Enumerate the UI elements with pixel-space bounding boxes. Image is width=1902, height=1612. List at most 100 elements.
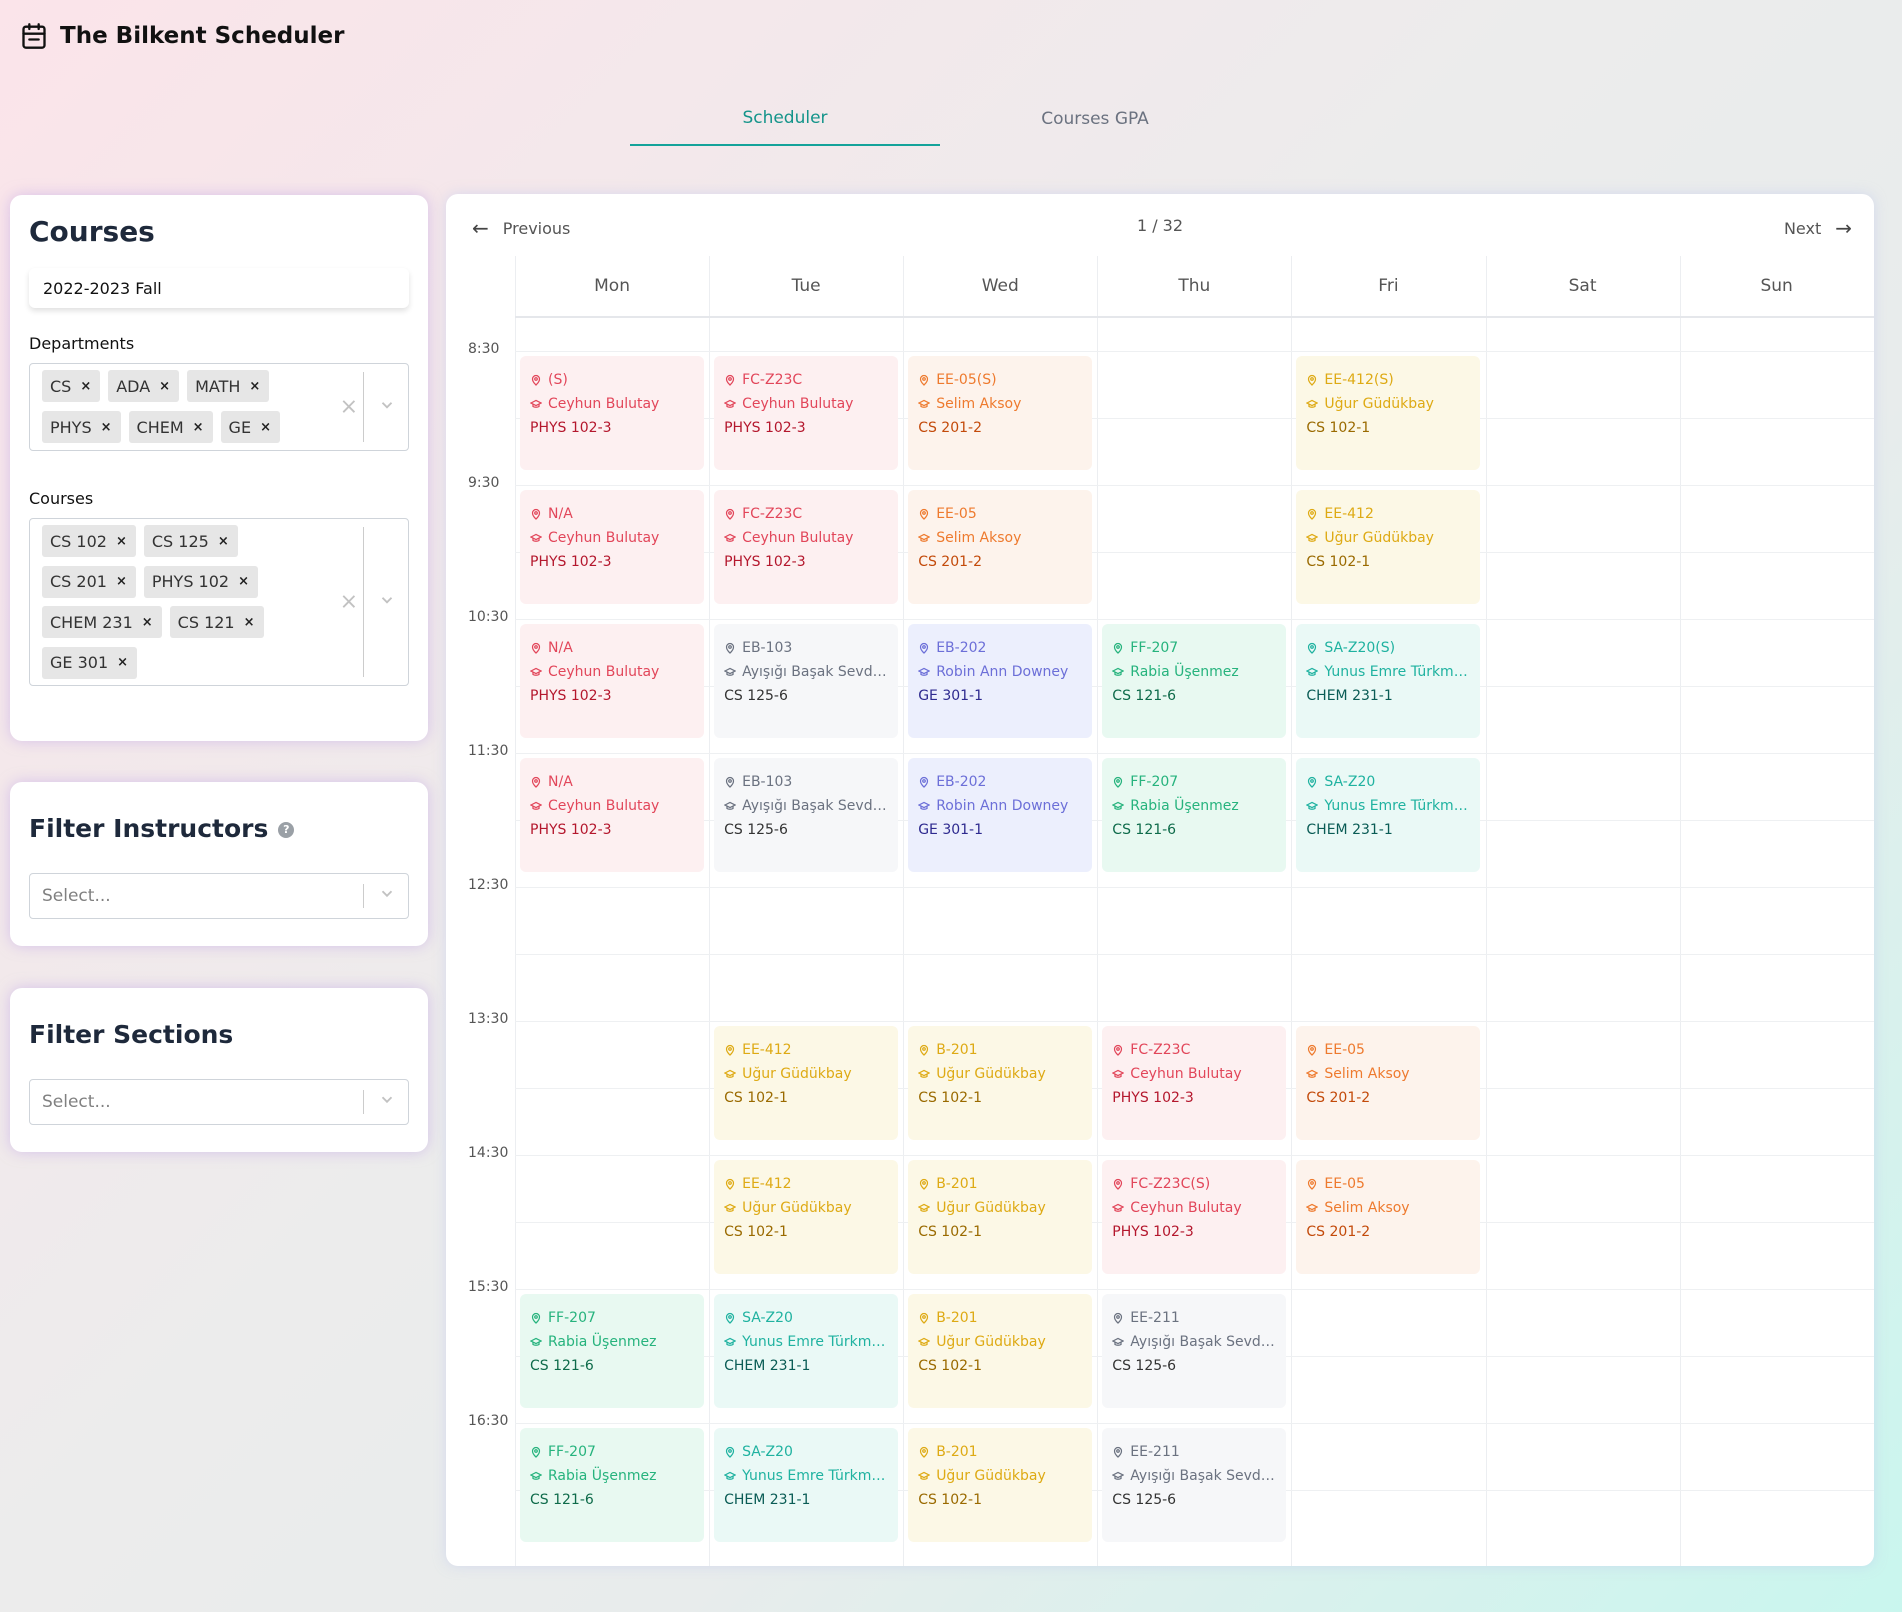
- course-event[interactable]: FF-207 Rabia Üşenmez CS 121-6: [1102, 758, 1287, 872]
- event-room-label: SA-Z20: [1324, 774, 1376, 790]
- courses-multiselect[interactable]: CS 102 × CS 125 × CS 201 × PHYS 102 × CHEM 231 × C…: [29, 518, 409, 686]
- course-event[interactable]: EE-05 Selim Aksoy CS 201-2: [1296, 1026, 1481, 1140]
- course-event[interactable]: EE-211 Ayışığı Başak Sevdik Ç... CS 125-6: [1102, 1428, 1287, 1542]
- course-event[interactable]: FF-207 Rabia Üşenmez CS 121-6: [520, 1294, 705, 1408]
- event-course-label: CS 125-6: [1112, 1492, 1177, 1508]
- event-room-label: N/A: [548, 506, 573, 522]
- location-pin-icon: [1112, 776, 1124, 788]
- event-room: FF-207: [530, 1440, 694, 1464]
- courses-card: Courses 2022-2023 Fall Departments CS × AD…: [10, 195, 428, 741]
- event-course-code: GE 301-1: [918, 818, 1082, 842]
- remove-chip-icon[interactable]: ×: [246, 379, 263, 394]
- remove-chip-icon[interactable]: ×: [241, 615, 258, 630]
- course-event[interactable]: EE-412 Uğur Güdükbay CS 102-1: [714, 1026, 899, 1140]
- department-chip: ADA ×: [108, 370, 180, 402]
- course-event[interactable]: EE-05(S) Selim Aksoy CS 201-2: [908, 356, 1093, 470]
- semester-select[interactable]: 2022-2023 Fall: [29, 268, 409, 308]
- chevron-down-icon[interactable]: [378, 396, 396, 418]
- course-event[interactable]: FC-Z23C Ceyhun Bulutay PHYS 102-3: [714, 356, 899, 470]
- course-event[interactable]: FF-207 Rabia Üşenmez CS 121-6: [1102, 624, 1287, 738]
- course-event[interactable]: EB-103 Ayışığı Başak Sevdik Ç... CS 125-6: [714, 624, 899, 738]
- event-instructor-label: Uğur Güdükbay: [936, 1200, 1046, 1216]
- course-event[interactable]: FF-207 Rabia Üşenmez CS 121-6: [520, 1428, 705, 1542]
- previous-button[interactable]: ← Previous: [472, 216, 570, 240]
- course-event[interactable]: SA-Z20 Yunus Emre Türkmen CHEM 231-1: [714, 1294, 899, 1408]
- graduation-cap-icon: [1306, 398, 1319, 410]
- remove-chip-icon[interactable]: ×: [113, 534, 130, 549]
- event-room: SA-Z20: [724, 1306, 888, 1330]
- course-event[interactable]: EB-202 Robin Ann Downey GE 301-1: [908, 758, 1093, 872]
- remove-chip-icon[interactable]: ×: [190, 420, 207, 435]
- course-event[interactable]: EE-05 Selim Aksoy CS 201-2: [1296, 1160, 1481, 1274]
- chevron-down-icon[interactable]: [378, 1091, 396, 1114]
- event-course-code: CHEM 231-1: [724, 1354, 888, 1378]
- time-label: 16:30: [468, 1413, 509, 1429]
- event-instructor-label: Uğur Güdükbay: [936, 1468, 1046, 1484]
- course-event[interactable]: EE-05 Selim Aksoy CS 201-2: [908, 490, 1093, 604]
- course-event[interactable]: N/A Ceyhun Bulutay PHYS 102-3: [520, 490, 705, 604]
- course-event[interactable]: B-201 Uğur Güdükbay CS 102-1: [908, 1160, 1093, 1274]
- course-event[interactable]: EB-202 Robin Ann Downey GE 301-1: [908, 624, 1093, 738]
- remove-chip-icon[interactable]: ×: [98, 420, 115, 435]
- course-event[interactable]: FC-Z23C(S) Ceyhun Bulutay PHYS 102-3: [1102, 1160, 1287, 1274]
- remove-chip-icon[interactable]: ×: [235, 574, 252, 589]
- course-event[interactable]: B-201 Uğur Güdükbay CS 102-1: [908, 1026, 1093, 1140]
- course-event[interactable]: (S) Ceyhun Bulutay PHYS 102-3: [520, 356, 705, 470]
- event-instructor-label: Ayışığı Başak Sevdik Ç...: [742, 798, 888, 814]
- course-event[interactable]: FC-Z23C Ceyhun Bulutay PHYS 102-3: [714, 490, 899, 604]
- clear-courses-icon[interactable]: ×: [340, 590, 358, 615]
- calendar-icon: [22, 23, 46, 49]
- event-instructor-label: Yunus Emre Türkmen: [742, 1468, 889, 1484]
- time-label: 11:30: [468, 743, 509, 759]
- help-icon[interactable]: ?: [278, 822, 295, 838]
- course-event[interactable]: B-201 Uğur Güdükbay CS 102-1: [908, 1428, 1093, 1542]
- remove-chip-icon[interactable]: ×: [139, 615, 156, 630]
- course-event[interactable]: SA-Z20 Yunus Emre Türkmen CHEM 231-1: [1296, 758, 1481, 872]
- course-event[interactable]: EB-103 Ayışığı Başak Sevdik Ç... CS 125-6: [714, 758, 899, 872]
- location-pin-icon: [724, 374, 736, 386]
- location-pin-icon: [918, 1044, 930, 1056]
- next-button[interactable]: Next →: [1784, 216, 1852, 240]
- course-event[interactable]: EE-412(S) Uğur Güdükbay CS 102-1: [1296, 356, 1481, 470]
- graduation-cap-icon: [724, 1336, 737, 1348]
- event-room: N/A: [530, 770, 694, 794]
- departments-multiselect[interactable]: CS × ADA × MATH × PHYS × CHEM × GE × ×: [29, 363, 409, 451]
- remove-chip-icon[interactable]: ×: [77, 379, 94, 394]
- course-chip-label: GE 301: [50, 653, 109, 672]
- chevron-down-icon[interactable]: [378, 885, 396, 908]
- event-room-label: FC-Z23C: [1130, 1042, 1191, 1058]
- graduation-cap-icon: [1306, 666, 1319, 678]
- remove-chip-icon[interactable]: ×: [257, 420, 274, 435]
- event-room-label: B-201: [936, 1176, 978, 1192]
- event-room-label: EE-05: [936, 506, 977, 522]
- event-instructor: Uğur Güdükbay: [724, 1196, 888, 1220]
- event-instructor-label: Ceyhun Bulutay: [548, 396, 660, 412]
- course-event[interactable]: EE-412 Uğur Güdükbay CS 102-1: [714, 1160, 899, 1274]
- course-event[interactable]: N/A Ceyhun Bulutay PHYS 102-3: [520, 758, 705, 872]
- course-event[interactable]: EE-412 Uğur Güdükbay CS 102-1: [1296, 490, 1481, 604]
- remove-chip-icon[interactable]: ×: [113, 574, 130, 589]
- event-instructor-label: Ceyhun Bulutay: [742, 530, 854, 546]
- clear-departments-icon[interactable]: ×: [340, 395, 358, 420]
- chevron-down-icon[interactable]: [378, 591, 396, 613]
- remove-chip-icon[interactable]: ×: [156, 379, 173, 394]
- course-event[interactable]: SA-Z20 Yunus Emre Türkmen CHEM 231-1: [714, 1428, 899, 1542]
- hour-gridline: [515, 1155, 1874, 1156]
- event-instructor: Rabia Üşenmez: [1112, 660, 1276, 684]
- course-event[interactable]: SA-Z20(S) Yunus Emre Türkmen CHEM 231-1: [1296, 624, 1481, 738]
- tab-scheduler[interactable]: Scheduler: [630, 92, 940, 146]
- event-instructor: Yunus Emre Türkmen: [1306, 794, 1470, 818]
- course-event[interactable]: N/A Ceyhun Bulutay PHYS 102-3: [520, 624, 705, 738]
- course-event[interactable]: EE-211 Ayışığı Başak Sevdik Ç... CS 125-6: [1102, 1294, 1287, 1408]
- tab-courses-gpa[interactable]: Courses GPA: [940, 92, 1250, 146]
- remove-chip-icon[interactable]: ×: [215, 534, 232, 549]
- day-header-tue: Tue: [791, 276, 821, 296]
- event-course-label: GE 301-1: [918, 688, 984, 704]
- instructor-select[interactable]: Select...: [29, 873, 409, 919]
- course-event[interactable]: B-201 Uğur Güdükbay CS 102-1: [908, 1294, 1093, 1408]
- event-instructor-label: Yunus Emre Türkmen: [1324, 798, 1471, 814]
- remove-chip-icon[interactable]: ×: [114, 655, 131, 670]
- course-event[interactable]: FC-Z23C Ceyhun Bulutay PHYS 102-3: [1102, 1026, 1287, 1140]
- graduation-cap-icon: [530, 800, 542, 812]
- section-select[interactable]: Select...: [29, 1079, 409, 1125]
